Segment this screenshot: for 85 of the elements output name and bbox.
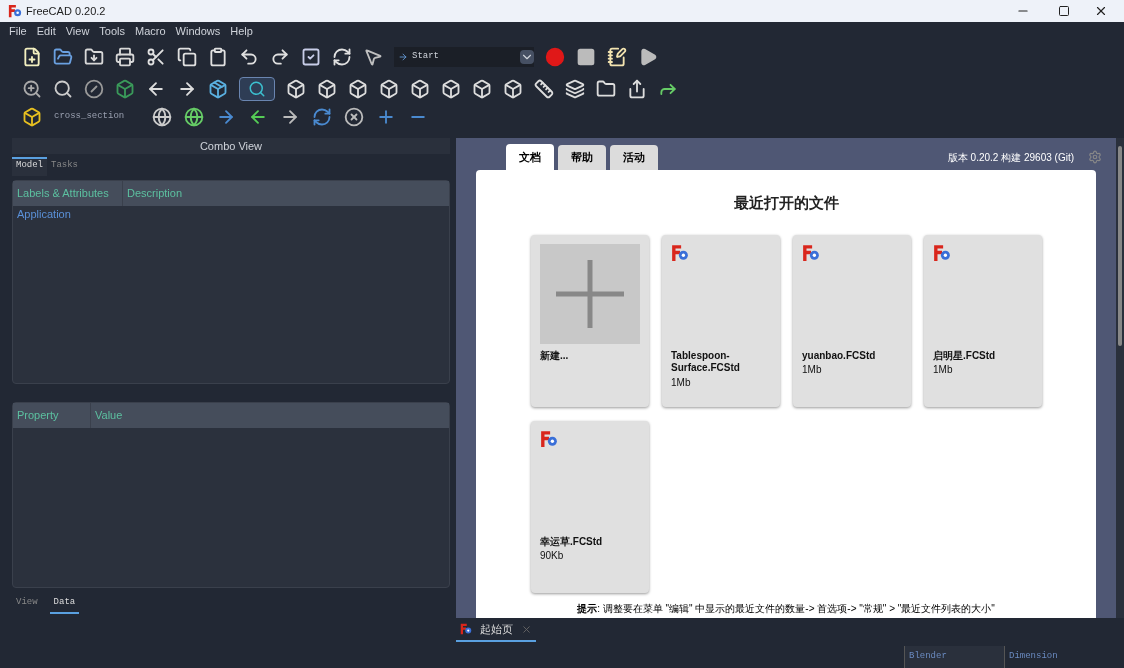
box-icon[interactable] [208, 79, 228, 99]
column-header[interactable]: Labels & Attributes [13, 181, 123, 206]
menu-item[interactable]: Tools [94, 22, 131, 40]
search-icon[interactable] [53, 79, 73, 99]
plus-icon [540, 243, 640, 344]
file-size: 90Kb [540, 549, 565, 563]
window-title: FreeCAD 0.20.2 [26, 3, 106, 19]
file-card[interactable]: Tablespoon-Surface.FCStd 1Mb [662, 234, 780, 407]
folder-icon[interactable] [596, 79, 616, 99]
file-card[interactable]: 幸运草.FCStd 90Kb [531, 420, 649, 593]
file-size: 1Mb [802, 363, 823, 377]
app-logo-icon [460, 623, 472, 635]
menu-item[interactable]: Macro [130, 22, 171, 40]
paste-icon[interactable] [208, 47, 228, 67]
forward-icon[interactable] [177, 79, 197, 99]
play-icon[interactable] [638, 47, 658, 67]
tree-item[interactable]: Application [13, 206, 449, 223]
menu-item[interactable]: View [60, 22, 95, 40]
close-icon[interactable] [1094, 4, 1108, 18]
panel-tab[interactable]: View [12, 596, 42, 614]
column-header[interactable]: Description [123, 185, 187, 202]
print-icon[interactable] [115, 47, 135, 67]
app-logo-icon [933, 243, 951, 262]
share-icon[interactable] [627, 79, 647, 99]
maximize-icon[interactable] [1058, 5, 1070, 17]
new-file-icon[interactable] [22, 47, 42, 67]
status-item: Dimension [1004, 646, 1064, 668]
search-icon [248, 80, 266, 98]
file-size: 1Mb [671, 375, 692, 390]
record-icon[interactable] [545, 47, 565, 67]
status-item: Blender [904, 646, 1004, 668]
globe-icon[interactable] [152, 107, 173, 127]
column-header[interactable]: Value [91, 407, 127, 424]
file-card[interactable]: 新建... [531, 234, 649, 407]
file-card[interactable]: 启明星.FCStd 1Mb [924, 234, 1042, 407]
scrollbar[interactable] [1116, 138, 1124, 618]
panel-title: Combo View [12, 138, 450, 154]
cube-icon[interactable] [22, 107, 42, 127]
zoom-tool-button[interactable] [239, 77, 275, 101]
workbench-label: cross_section [54, 110, 126, 124]
start-tab[interactable]: 文档 [506, 144, 554, 170]
caret-icon [520, 50, 534, 64]
panel-tab[interactable]: Model [12, 156, 47, 176]
app-logo-icon [802, 243, 820, 262]
check-icon[interactable] [301, 47, 321, 67]
menu-item[interactable]: Help [225, 22, 258, 40]
undo-icon[interactable] [239, 47, 259, 67]
file-name: yuanbao.FCStd [802, 349, 877, 362]
file-card[interactable]: yuanbao.FCStd 1Mb [793, 234, 911, 407]
stop-icon[interactable] [576, 47, 596, 67]
copy-icon[interactable] [177, 47, 197, 67]
app-logo-icon [671, 243, 689, 262]
globe-icon[interactable] [184, 107, 205, 127]
redo-icon[interactable] [270, 47, 290, 67]
file-size: 1Mb [933, 363, 954, 377]
file-name: 幸运草.FCStd [540, 535, 604, 548]
blocked-icon[interactable] [84, 79, 104, 99]
section-heading: 最近打开的文件 [733, 193, 839, 214]
file-name: 启明星.FCStd [933, 349, 997, 362]
panel-tab[interactable]: Tasks [47, 158, 83, 176]
macro-dropdown[interactable]: Start [394, 47, 534, 67]
cancel-icon[interactable] [344, 107, 365, 127]
column-header[interactable]: Property [13, 403, 91, 428]
app-logo-icon [540, 429, 558, 448]
ruler-icon[interactable] [534, 79, 554, 99]
menu-item[interactable]: Edit [31, 22, 61, 40]
app-logo-icon [8, 4, 22, 18]
back-icon[interactable] [146, 79, 166, 99]
layers-icon[interactable] [565, 79, 585, 99]
notepad-icon[interactable] [607, 47, 627, 67]
file-name: 新建... [540, 349, 570, 362]
hint-text: 提示: 调整要在菜单 "编辑" 中显示的最近文件的数量-> 首选项-> "常规" > "最近文件列表的大小" [577, 602, 995, 616]
start-tab[interactable]: 帮助 [558, 145, 606, 170]
file-name: Tablespoon-Surface.FCStd [671, 349, 741, 375]
document-tab[interactable]: 起始页 [456, 618, 536, 642]
menu-item[interactable]: Windows [170, 22, 226, 40]
open-folder-icon[interactable] [53, 47, 73, 67]
refresh-icon[interactable] [332, 47, 352, 67]
version-text: 版本 0.20.2 构建 29603 (Git) [947, 150, 1074, 165]
menu-item[interactable]: File [4, 22, 32, 40]
arrow-icon [398, 52, 408, 62]
start-tab[interactable]: 活动 [610, 145, 658, 170]
cut-icon[interactable] [146, 47, 166, 67]
zoom-icon[interactable] [22, 79, 42, 99]
panel-tab[interactable]: Data [49, 596, 80, 614]
